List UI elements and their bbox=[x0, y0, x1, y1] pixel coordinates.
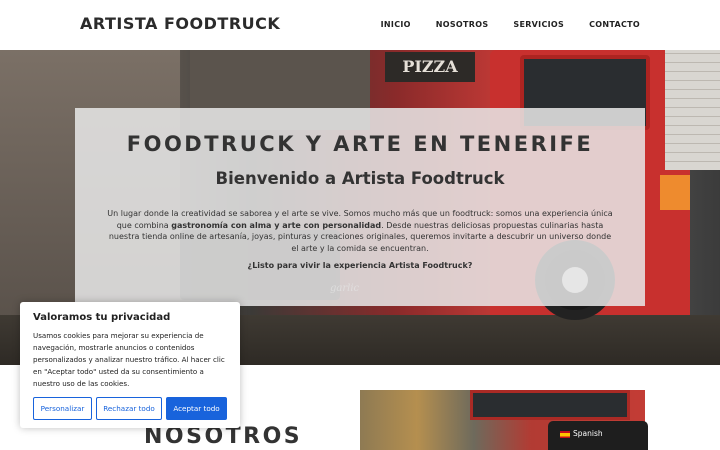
site-header: ARTISTA FOODTRUCK INICIO NOSOTROS SERVIC… bbox=[0, 0, 720, 50]
nav-item-servicios[interactable]: SERVICIOS bbox=[513, 20, 564, 29]
hero-cta-text: ¿Listo para vivir la experiencia Artista… bbox=[247, 261, 473, 270]
hero-bg-bricks bbox=[665, 50, 720, 170]
spain-flag-icon bbox=[560, 431, 570, 438]
nosotros-photo-truck-window bbox=[470, 390, 630, 420]
nav-item-inicio[interactable]: INICIO bbox=[381, 20, 411, 29]
hero-overlay-box: FOODTRUCK Y ARTE EN TENERIFE Bienvenido … bbox=[75, 108, 645, 306]
hero-bg-pizza-sign: PIZZA bbox=[385, 52, 475, 82]
hero-description-highlight: gastronomía con alma y arte con personal… bbox=[171, 220, 382, 230]
nav-item-nosotros[interactable]: NOSOTROS bbox=[436, 20, 489, 29]
language-switcher-label: Spanish bbox=[573, 429, 603, 438]
hero-subtitle: Bienvenido a Artista Foodtruck bbox=[215, 169, 505, 188]
cookie-customize-button[interactable]: Personalizar bbox=[33, 397, 92, 420]
cookie-accept-all-button[interactable]: Aceptar todo bbox=[166, 397, 227, 420]
cookie-banner-text: Usamos cookies para mejorar su experienc… bbox=[33, 331, 225, 388]
main-nav: INICIO NOSOTROS SERVICIOS CONTACTO bbox=[381, 20, 640, 29]
language-switcher[interactable]: Spanish bbox=[548, 421, 648, 450]
nav-item-contacto[interactable]: CONTACTO bbox=[589, 20, 640, 29]
hero-description: Un lugar donde la creatividad se saborea… bbox=[107, 208, 613, 254]
cookie-banner-title: Valoramos tu privacidad bbox=[33, 312, 171, 323]
site-logo-text[interactable]: ARTISTA FOODTRUCK bbox=[80, 14, 280, 33]
hero-bg-truck-light bbox=[660, 175, 690, 210]
cookie-consent-banner: Valoramos tu privacidad Usamos cookies p… bbox=[20, 302, 240, 428]
cookie-reject-all-button[interactable]: Rechazar todo bbox=[96, 397, 162, 420]
hero-title: FOODTRUCK Y ARTE EN TENERIFE bbox=[126, 132, 594, 156]
